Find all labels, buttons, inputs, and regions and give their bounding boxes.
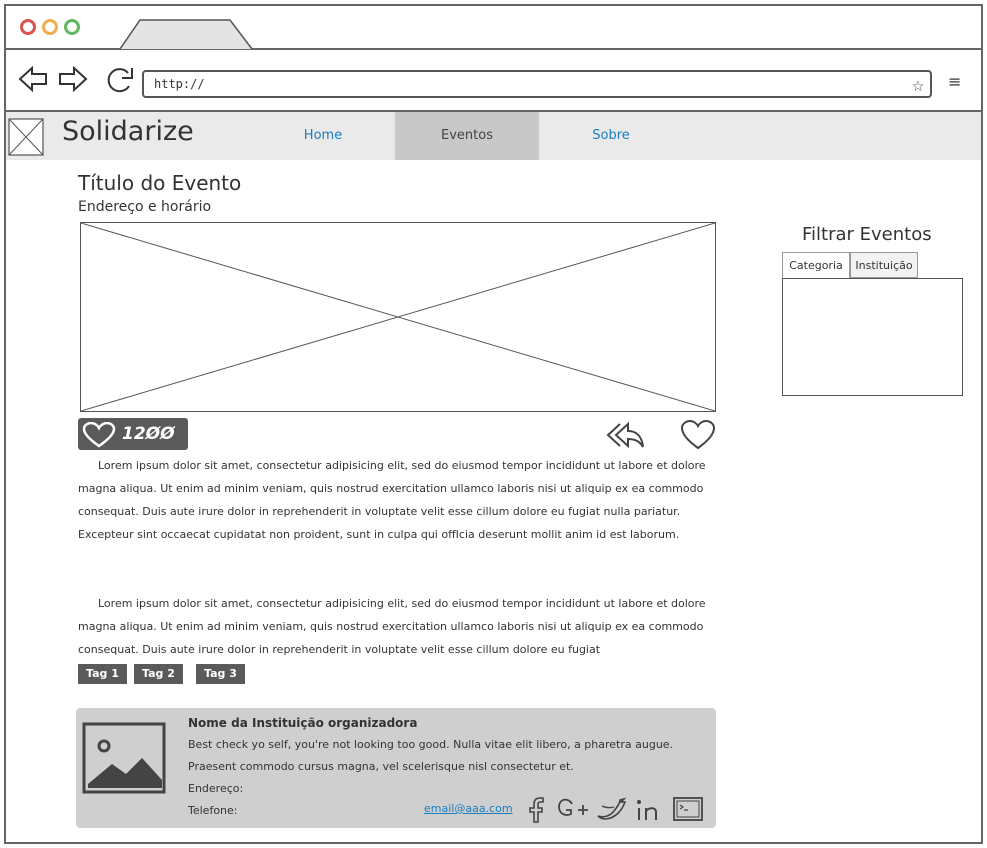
linkedin-icon[interactable] <box>634 796 666 824</box>
event-subtitle: Endereço e horário <box>78 199 212 215</box>
event-description-1: Lorem ipsum dolor sit amet, consectetur … <box>78 459 706 541</box>
reload-icon[interactable] <box>102 64 136 96</box>
tag-3[interactable]: Tag 3 <box>196 664 245 684</box>
forward-icon[interactable] <box>56 64 88 94</box>
organizer-image-icon <box>82 722 166 794</box>
organizer-name: Nome da Instituição organizadora <box>188 716 418 730</box>
logo-image-placeholder <box>8 118 44 156</box>
likes-count: 12ØØ <box>122 424 175 444</box>
google-plus-icon[interactable] <box>556 796 592 824</box>
facebook-icon[interactable] <box>528 796 546 824</box>
star-icon[interactable]: ☆ <box>912 73 924 95</box>
share-icon[interactable] <box>606 420 646 450</box>
browser-tab[interactable] <box>120 18 260 50</box>
url-input[interactable]: http:// ☆ <box>142 70 932 98</box>
organizer-phone-label: Telefone: <box>188 804 238 817</box>
tab-instituicao[interactable]: Instituição <box>850 252 918 278</box>
event-description-2: Lorem ipsum dolor sit amet, consectetur … <box>78 597 706 656</box>
close-window-button[interactable] <box>20 19 36 35</box>
tag-2[interactable]: Tag 2 <box>134 664 183 684</box>
site-header: Solidarize Home Eventos Sobre <box>6 112 981 160</box>
filter-panel <box>782 278 963 396</box>
twitter-icon[interactable] <box>596 796 628 824</box>
nav-home[interactable]: Home <box>251 112 395 160</box>
terminal-icon[interactable] <box>672 796 704 822</box>
organizer-description: Best check yo self, you're not looking t… <box>188 738 674 773</box>
tag-1[interactable]: Tag 1 <box>78 664 127 684</box>
minimize-window-button[interactable] <box>42 19 58 35</box>
organizer-address-label: Endereço: <box>188 782 244 795</box>
filter-title: Filtrar Eventos <box>802 224 932 245</box>
likes-badge[interactable]: 12ØØ <box>78 418 188 450</box>
brand-name[interactable]: Solidarize <box>62 116 194 147</box>
event-image-placeholder <box>80 222 716 412</box>
heart-icon <box>82 422 116 448</box>
browser-window: http:// ☆ ≡ Solidarize Home Eventos Sobr… <box>4 4 983 844</box>
nav-eventos[interactable]: Eventos <box>395 112 539 160</box>
favorite-heart-icon[interactable] <box>680 420 716 450</box>
back-icon[interactable] <box>18 64 50 94</box>
address-bar-row: http:// ☆ ≡ <box>6 50 981 112</box>
organizer-email-link[interactable]: email@aaa.com <box>424 802 513 815</box>
event-title: Título do Evento <box>78 171 242 195</box>
title-bar <box>6 6 981 50</box>
organizer-card: Nome da Instituição organizadora Best ch… <box>76 708 716 828</box>
hamburger-icon[interactable]: ≡ <box>948 72 961 91</box>
tab-categoria[interactable]: Categoria <box>782 252 850 278</box>
nav-sobre[interactable]: Sobre <box>539 112 683 160</box>
url-text: http:// <box>154 77 205 91</box>
maximize-window-button[interactable] <box>64 19 80 35</box>
